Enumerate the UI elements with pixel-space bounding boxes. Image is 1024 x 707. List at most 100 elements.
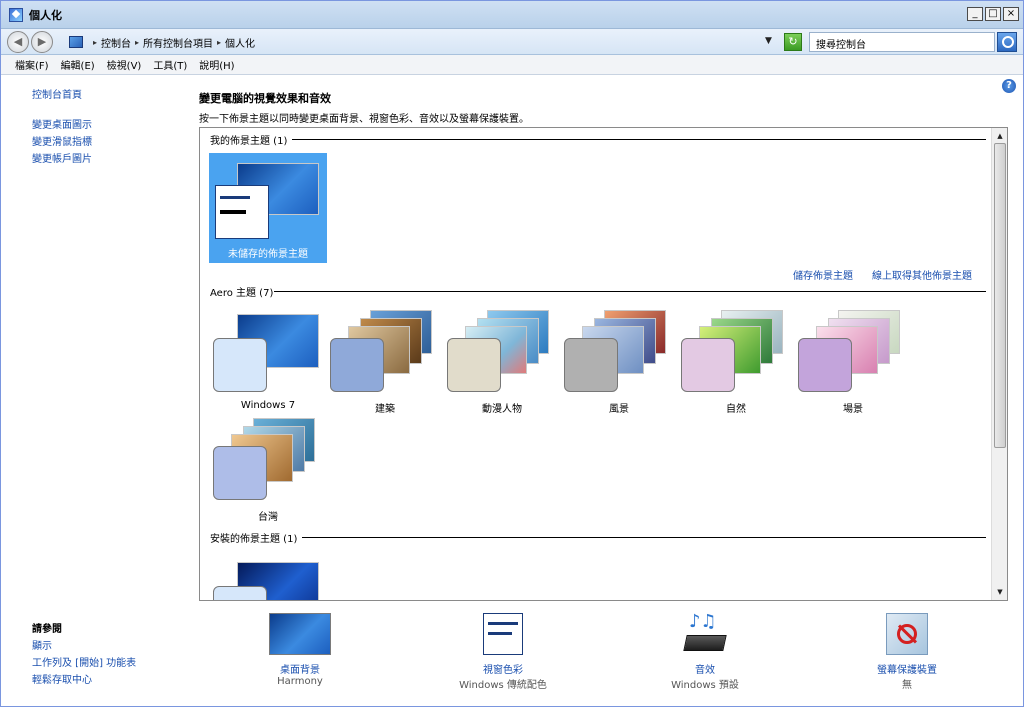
theme-thumbnail <box>209 556 327 600</box>
theme-taiwan[interactable]: 台灣 <box>209 416 327 526</box>
forward-button[interactable]: ▶ <box>31 30 53 53</box>
option-label[interactable]: 視窗色彩 <box>428 661 578 676</box>
search-input[interactable]: 搜尋控制台 <box>809 32 995 52</box>
section-divider <box>274 291 986 292</box>
window-color-swatch <box>447 338 501 392</box>
sounds-option[interactable]: ♪♫ 音效 Windows 預設 <box>630 611 780 691</box>
display-link[interactable]: 顯示 <box>32 637 52 652</box>
installed-themes-header: 安裝的佈景主題 (1) <box>210 533 298 545</box>
theme-label: 建築 <box>375 404 395 415</box>
theme-landscapes[interactable]: 風景 <box>560 308 678 418</box>
personalization-icon <box>9 7 23 22</box>
window-color-swatch <box>213 586 267 600</box>
scroll-thumb[interactable] <box>994 143 1006 448</box>
change-desktop-icons-link[interactable]: 變更桌面圖示 <box>32 116 92 131</box>
aero-themes-header: Aero 主題 (7) <box>210 287 274 299</box>
page-description: 按一下佈景主題以同時變更桌面背景、視窗色彩、音效以及螢幕保護裝置。 <box>199 114 529 125</box>
close-button[interactable]: × <box>1003 7 1019 21</box>
option-value: Windows 預設 <box>671 680 739 691</box>
option-label[interactable]: 螢幕保護裝置 <box>832 661 982 676</box>
screen-saver-icon <box>886 613 928 655</box>
search-icon[interactable] <box>997 32 1017 52</box>
window-color-option[interactable]: 視窗色彩 Windows 傳統配色 <box>428 613 578 691</box>
minimize-button[interactable]: _ <box>967 7 983 21</box>
theme-label: 動漫人物 <box>482 404 522 415</box>
theme-characters[interactable]: 動漫人物 <box>443 308 561 418</box>
maximize-button[interactable]: □ <box>985 7 1001 21</box>
option-label[interactable]: 音效 <box>630 661 780 676</box>
window-color-icon <box>483 613 523 655</box>
control-panel-home-link[interactable]: 控制台首頁 <box>32 86 82 101</box>
window-color-swatch <box>213 446 267 500</box>
scroll-up-icon[interactable]: ▲ <box>993 129 1007 143</box>
address-bar: ◀ ▶ ▸ 控制台 ▸ 所有控制台項目 ▸ 個人化 ▼ ↻ 搜尋控制台 <box>1 29 1023 55</box>
theme-scenes[interactable]: 場景 <box>794 308 912 418</box>
taskbar-start-link[interactable]: 工作列及 [開始] 功能表 <box>32 654 136 669</box>
title-bar: 個人化 _ □ × <box>1 1 1023 29</box>
section-divider <box>302 537 986 538</box>
change-account-picture-link[interactable]: 變更帳戶圖片 <box>32 150 92 165</box>
theme-nature[interactable]: 自然 <box>677 308 795 418</box>
theme-label: 風景 <box>609 404 629 415</box>
theme-label: 未儲存的佈景主題 <box>228 249 308 260</box>
theme-list-scrollbar[interactable]: ▲ ▼ <box>991 128 1007 600</box>
breadcrumb-personalization[interactable]: 個人化 <box>225 35 255 50</box>
my-themes-header: 我的佈景主題 (1) <box>210 135 288 147</box>
get-more-themes-link[interactable]: 線上取得其他佈景主題 <box>872 267 972 282</box>
refresh-button[interactable]: ↻ <box>784 33 802 51</box>
personalization-window: 個人化 _ □ × ◀ ▶ ▸ 控制台 ▸ 所有控制台項目 ▸ 個人化 ▼ ↻ … <box>0 0 1024 707</box>
window-title: 個人化 <box>29 8 62 22</box>
window-controls: _ □ × <box>967 7 1019 21</box>
menu-tools[interactable]: 工具(T) <box>153 57 187 72</box>
left-pane: 控制台首頁 變更桌面圖示 變更滑鼠指標 變更帳戶圖片 請參閱 顯示 工作列及 [… <box>1 76 191 706</box>
window-color-swatch <box>330 338 384 392</box>
window-color-swatch <box>213 338 267 392</box>
breadcrumb-arrow-icon[interactable]: ▸ <box>217 38 221 47</box>
page-title: 變更電腦的視覺效果和音效 <box>199 92 331 105</box>
theme-thumbnail <box>209 416 327 508</box>
theme-label: 自然 <box>726 404 746 415</box>
help-icon[interactable]: ? <box>1002 79 1016 93</box>
sounds-icon: ♪♫ <box>683 611 727 655</box>
ease-of-access-link[interactable]: 輕鬆存取中心 <box>32 671 92 686</box>
breadcrumb-arrow-icon[interactable]: ▸ <box>135 38 139 47</box>
window-color-swatch <box>798 338 852 392</box>
theme-thumbnail <box>209 153 327 245</box>
address-dropdown-icon[interactable]: ▼ <box>765 36 772 46</box>
option-label[interactable]: 桌面背景 <box>225 661 375 676</box>
change-mouse-pointers-link[interactable]: 變更滑鼠指標 <box>32 133 92 148</box>
theme-thumbnail <box>326 308 444 400</box>
scroll-down-icon[interactable]: ▼ <box>993 585 1007 599</box>
theme-thumbnail <box>443 308 561 400</box>
option-value: Harmony <box>277 676 323 687</box>
breadcrumb-all-items[interactable]: 所有控制台項目 <box>143 35 213 50</box>
menu-file[interactable]: 檔案(F) <box>15 57 49 72</box>
control-panel-icon <box>69 36 83 48</box>
save-theme-link[interactable]: 儲存佈景主題 <box>793 267 853 282</box>
section-divider <box>292 139 986 140</box>
theme-thumbnail <box>209 308 327 400</box>
theme-label: Windows 7 <box>240 400 296 411</box>
menu-help[interactable]: 說明(H) <box>199 57 234 72</box>
screen-saver-option[interactable]: 螢幕保護裝置 無 <box>832 613 982 691</box>
window-line-icon <box>220 210 246 214</box>
theme-thumbnail <box>794 308 912 400</box>
desktop-background-option[interactable]: 桌面背景 Harmony <box>225 613 375 687</box>
menu-bar: 檔案(F) 編輯(E) 檢視(V) 工具(T) 說明(H) <box>1 55 1023 75</box>
breadcrumb[interactable]: ▸ 控制台 ▸ 所有控制台項目 ▸ 個人化 <box>69 32 781 52</box>
breadcrumb-arrow-icon[interactable]: ▸ <box>93 38 97 47</box>
theme-architecture[interactable]: 建築 <box>326 308 444 418</box>
window-color-swatch <box>564 338 618 392</box>
desktop-background-icon <box>269 613 331 655</box>
theme-thumbnail <box>560 308 678 400</box>
theme-label: 台灣 <box>258 512 278 523</box>
theme-windows7[interactable]: Windows 7 <box>209 308 327 418</box>
breadcrumb-control-panel[interactable]: 控制台 <box>101 35 131 50</box>
option-value: 無 <box>902 680 912 691</box>
menu-view[interactable]: 檢視(V) <box>107 57 142 72</box>
theme-installed[interactable] <box>209 556 327 600</box>
menu-edit[interactable]: 編輯(E) <box>61 57 95 72</box>
back-button[interactable]: ◀ <box>7 30 29 53</box>
theme-unsaved[interactable]: 未儲存的佈景主題 <box>209 153 327 263</box>
window-color-swatch <box>215 185 269 239</box>
